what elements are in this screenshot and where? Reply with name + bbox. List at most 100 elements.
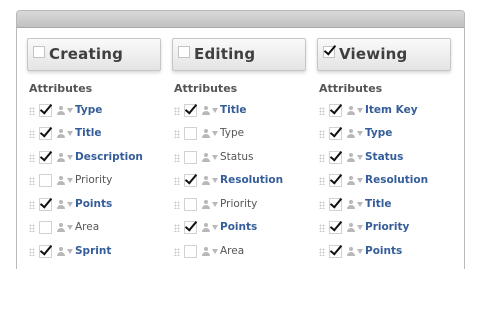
- user-icon[interactable]: [347, 200, 356, 209]
- user-icon[interactable]: [57, 223, 66, 232]
- dropdown-arrow-icon[interactable]: [212, 249, 218, 254]
- user-icon[interactable]: [347, 176, 356, 185]
- drag-handle-icon[interactable]: [174, 248, 180, 256]
- attribute-checkbox[interactable]: [184, 221, 197, 234]
- drag-handle-icon[interactable]: [319, 224, 325, 232]
- drag-handle-icon[interactable]: [319, 107, 325, 115]
- attribute-label: Title: [220, 104, 247, 116]
- attribute-row: Area: [172, 244, 306, 260]
- drag-handle-icon[interactable]: [174, 177, 180, 185]
- user-icon[interactable]: [202, 200, 211, 209]
- drag-handle-icon[interactable]: [174, 224, 180, 232]
- attribute-checkbox[interactable]: [329, 127, 342, 140]
- dropdown-arrow-icon[interactable]: [67, 249, 73, 254]
- drag-handle-icon[interactable]: [174, 107, 180, 115]
- user-icon[interactable]: [202, 153, 211, 162]
- dropdown-arrow-icon[interactable]: [67, 108, 73, 113]
- user-icon[interactable]: [202, 106, 211, 115]
- select-all-checkbox-viewing[interactable]: [323, 46, 335, 58]
- attribute-label: Area: [220, 245, 245, 257]
- column-header-viewing: Viewing: [317, 38, 451, 71]
- dropdown-arrow-icon[interactable]: [212, 108, 218, 113]
- attribute-checkbox[interactable]: [329, 151, 342, 164]
- attribute-checkbox[interactable]: [184, 104, 197, 117]
- user-icon[interactable]: [57, 176, 66, 185]
- attribute-checkbox[interactable]: [39, 221, 52, 234]
- user-icon[interactable]: [347, 106, 356, 115]
- dropdown-arrow-icon[interactable]: [212, 155, 218, 160]
- attribute-label: Resolution: [365, 174, 429, 186]
- drag-handle-icon[interactable]: [29, 177, 35, 185]
- attribute-checkbox[interactable]: [184, 127, 197, 140]
- attribute-checkbox[interactable]: [184, 198, 197, 211]
- user-icon[interactable]: [57, 247, 66, 256]
- user-icon[interactable]: [347, 247, 356, 256]
- dropdown-arrow-icon[interactable]: [67, 131, 73, 136]
- dropdown-arrow-icon[interactable]: [357, 202, 363, 207]
- attribute-checkbox[interactable]: [39, 104, 52, 117]
- dropdown-arrow-icon[interactable]: [67, 155, 73, 160]
- user-icon[interactable]: [347, 129, 356, 138]
- drag-handle-icon[interactable]: [319, 130, 325, 138]
- select-all-checkbox-creating[interactable]: [33, 46, 45, 58]
- attribute-checkbox[interactable]: [39, 245, 52, 258]
- dropdown-arrow-icon[interactable]: [67, 202, 73, 207]
- dropdown-arrow-icon[interactable]: [357, 108, 363, 113]
- user-icon[interactable]: [347, 223, 356, 232]
- drag-handle-icon[interactable]: [29, 154, 35, 162]
- drag-handle-icon[interactable]: [319, 177, 325, 185]
- attribute-checkbox[interactable]: [329, 221, 342, 234]
- attribute-checkbox[interactable]: [39, 127, 52, 140]
- attribute-checkbox[interactable]: [184, 174, 197, 187]
- attribute-checkbox[interactable]: [39, 174, 52, 187]
- dropdown-arrow-icon[interactable]: [357, 155, 363, 160]
- attribute-row: Points: [172, 220, 306, 236]
- dropdown-arrow-icon[interactable]: [67, 225, 73, 230]
- drag-handle-icon[interactable]: [319, 201, 325, 209]
- dropdown-arrow-icon[interactable]: [357, 225, 363, 230]
- user-icon[interactable]: [202, 247, 211, 256]
- attribute-checkbox[interactable]: [184, 245, 197, 258]
- attribute-row: Priority: [172, 197, 306, 213]
- drag-handle-icon[interactable]: [29, 248, 35, 256]
- user-icon[interactable]: [202, 129, 211, 138]
- dropdown-arrow-icon[interactable]: [67, 178, 73, 183]
- user-icon[interactable]: [57, 129, 66, 138]
- user-icon[interactable]: [347, 153, 356, 162]
- user-icon[interactable]: [57, 200, 66, 209]
- drag-handle-icon[interactable]: [29, 201, 35, 209]
- dropdown-arrow-icon[interactable]: [357, 131, 363, 136]
- attribute-row: Points: [317, 244, 451, 260]
- drag-handle-icon[interactable]: [174, 130, 180, 138]
- attribute-label: Status: [365, 151, 404, 163]
- user-icon[interactable]: [202, 223, 211, 232]
- attribute-checkbox[interactable]: [184, 151, 197, 164]
- attribute-checkbox[interactable]: [329, 174, 342, 187]
- drag-handle-icon[interactable]: [29, 130, 35, 138]
- drag-handle-icon[interactable]: [319, 248, 325, 256]
- dropdown-arrow-icon[interactable]: [212, 225, 218, 230]
- attribute-row: Description: [27, 150, 161, 166]
- dropdown-arrow-icon[interactable]: [212, 202, 218, 207]
- drag-handle-icon[interactable]: [319, 154, 325, 162]
- user-icon[interactable]: [202, 176, 211, 185]
- dropdown-arrow-icon[interactable]: [357, 249, 363, 254]
- attribute-row: Type: [317, 126, 451, 142]
- dropdown-arrow-icon[interactable]: [357, 178, 363, 183]
- attribute-checkbox[interactable]: [39, 151, 52, 164]
- drag-handle-icon[interactable]: [174, 201, 180, 209]
- attribute-checkbox[interactable]: [329, 245, 342, 258]
- attribute-checkbox[interactable]: [329, 104, 342, 117]
- user-icon[interactable]: [57, 153, 66, 162]
- user-icon[interactable]: [57, 106, 66, 115]
- dropdown-arrow-icon[interactable]: [212, 131, 218, 136]
- select-all-checkbox-editing[interactable]: [178, 46, 190, 58]
- attribute-checkbox[interactable]: [39, 198, 52, 211]
- attribute-row: Status: [172, 150, 306, 166]
- attribute-checkbox[interactable]: [329, 198, 342, 211]
- dropdown-arrow-icon[interactable]: [212, 178, 218, 183]
- attribute-label: Area: [75, 221, 100, 233]
- drag-handle-icon[interactable]: [174, 154, 180, 162]
- drag-handle-icon[interactable]: [29, 107, 35, 115]
- drag-handle-icon[interactable]: [29, 224, 35, 232]
